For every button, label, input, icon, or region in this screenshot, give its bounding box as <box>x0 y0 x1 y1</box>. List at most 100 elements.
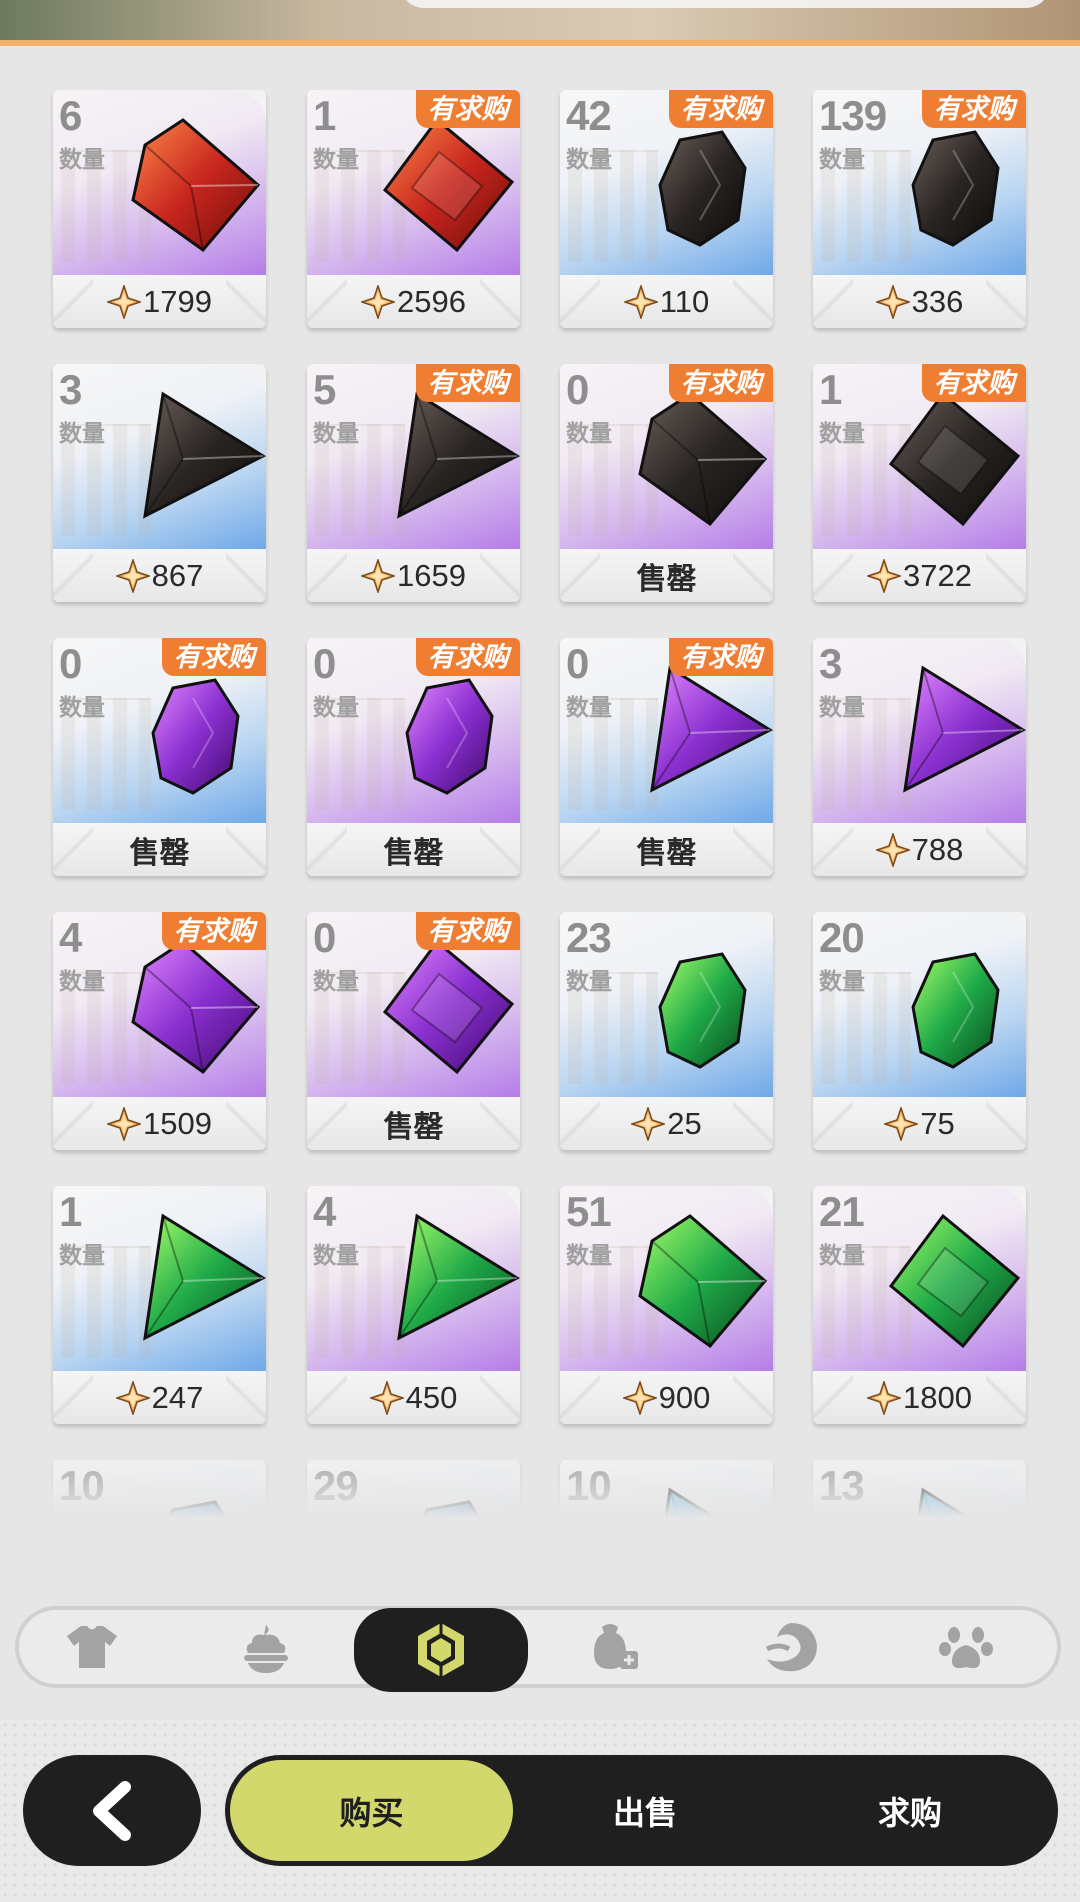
price-bar: 售罄 <box>307 1097 520 1150</box>
item-card[interactable]: 6 数量 1799 <box>53 90 266 328</box>
green-gem-icon <box>143 1213 266 1341</box>
item-quantity: 1 <box>59 1188 82 1235</box>
price-value: 336 <box>911 283 964 319</box>
item-quantity: 0 <box>313 640 336 687</box>
price-bar: 1799 <box>53 275 266 328</box>
price-value: 1659 <box>397 557 466 593</box>
black-gem-icon <box>143 391 266 519</box>
item-quantity: 1 <box>819 366 842 413</box>
item-card[interactable]: 0 数量 有求购 售罄 <box>53 638 266 876</box>
back-button[interactable] <box>23 1755 201 1866</box>
coin-icon <box>115 1380 150 1415</box>
item-card[interactable]: 139 数量 有求购 336 <box>813 90 1026 328</box>
item-card[interactable]: 10 数量 <box>53 1460 266 1576</box>
item-quantity: 21 <box>819 1188 865 1235</box>
item-card[interactable]: 0 数量 有求购 售罄 <box>307 912 520 1150</box>
item-price: 336 <box>875 283 964 320</box>
quantity-label: 数量 <box>313 694 359 720</box>
bottom-nav: 购买 出售 求购 <box>0 1720 1080 1902</box>
coin-icon <box>867 1380 902 1415</box>
item-card[interactable]: 0 数量 有求购 售罄 <box>307 638 520 876</box>
request-badge: 有求购 <box>922 364 1026 402</box>
price-value: 788 <box>911 831 964 867</box>
coin-icon <box>884 1106 919 1141</box>
item-card[interactable]: 0 数量 有求购 售罄 <box>560 364 773 602</box>
coin-icon <box>107 284 142 319</box>
quantity-label: 数量 <box>59 146 105 172</box>
item-price: 1659 <box>361 558 466 594</box>
item-art <box>307 1186 520 1371</box>
item-quantity: 42 <box>566 92 612 139</box>
item-card[interactable]: 23 数量 25 <box>560 912 773 1150</box>
gem-category-icon <box>411 1620 471 1680</box>
item-card[interactable]: 1 数量 有求购 3722 <box>813 364 1026 602</box>
quantity-label: 数量 <box>59 1242 105 1268</box>
coin-icon <box>875 284 910 319</box>
quantity-label: 数量 <box>566 694 612 720</box>
price-value: 867 <box>151 557 204 593</box>
item-card[interactable]: 29 数量 <box>307 1460 520 1576</box>
price-bar: 售罄 <box>307 823 520 876</box>
category-tab-bag[interactable] <box>566 1610 666 1684</box>
item-price: 450 <box>369 1380 457 1416</box>
request-badge: 有求购 <box>162 638 266 676</box>
item-quantity: 29 <box>313 1462 359 1509</box>
quantity-label: 数量 <box>59 420 105 446</box>
item-card[interactable]: 20 数量 75 <box>813 912 1026 1150</box>
item-price: 75 <box>884 1106 955 1142</box>
tab-buy[interactable]: 购买 <box>230 1760 513 1861</box>
tab-request[interactable]: 求购 <box>795 1755 1025 1866</box>
quantity-label: 数量 <box>819 694 865 720</box>
quantity-label: 数量 <box>819 1242 865 1268</box>
item-card[interactable]: 4 数量 450 <box>307 1186 520 1424</box>
item-quantity: 51 <box>566 1188 612 1235</box>
quantity-label: 数量 <box>313 1516 359 1542</box>
price-bar: 788 <box>813 823 1026 876</box>
item-price: 3722 <box>867 558 972 594</box>
item-quantity: 0 <box>313 914 336 961</box>
item-card[interactable]: 42 数量 有求购 110 <box>560 90 773 328</box>
price-bar: 336 <box>813 275 1026 328</box>
item-card[interactable]: 3 数量 867 <box>53 364 266 602</box>
price-bar: 售罄 <box>560 823 773 876</box>
category-tab-wave[interactable] <box>741 1610 841 1684</box>
shirt-icon <box>65 1622 119 1672</box>
coin-icon <box>369 1380 404 1415</box>
item-card[interactable]: 1 数量 247 <box>53 1186 266 1424</box>
item-card[interactable]: 3 数量 788 <box>813 638 1026 876</box>
price-bar: 3722 <box>813 549 1026 602</box>
wave-icon <box>761 1619 821 1675</box>
tab-request-label: 求购 <box>877 1794 942 1831</box>
category-tab-paw[interactable] <box>916 1610 1016 1684</box>
coin-icon <box>107 1106 142 1141</box>
item-card[interactable]: 5 数量 有求购 1659 <box>307 364 520 602</box>
category-tab-food[interactable] <box>216 1610 316 1684</box>
item-card[interactable]: 51 数量 900 <box>560 1186 773 1424</box>
quantity-label: 数量 <box>313 1242 359 1268</box>
item-card[interactable]: 13 数量 <box>813 1460 1026 1576</box>
category-tab-shirt[interactable] <box>42 1610 142 1684</box>
item-quantity: 6 <box>59 92 82 139</box>
price-bar: 247 <box>53 1371 266 1424</box>
sold-out-label: 售罄 <box>383 1110 444 1144</box>
item-price: 110 <box>623 284 709 320</box>
price-bar: 110 <box>560 275 773 328</box>
paw-icon <box>938 1619 994 1675</box>
item-quantity: 4 <box>59 914 82 961</box>
quantity-label: 数量 <box>313 968 359 994</box>
tab-sell[interactable]: 出售 <box>530 1755 760 1866</box>
item-card[interactable]: 10 数量 <box>560 1460 773 1576</box>
item-card[interactable]: 0 数量 有求购 售罄 <box>560 638 773 876</box>
item-art <box>53 1186 266 1371</box>
category-tab-gem-category[interactable] <box>354 1608 528 1692</box>
coin-icon <box>622 1380 657 1415</box>
price-value: 1799 <box>143 283 212 319</box>
item-art <box>53 90 266 275</box>
item-card[interactable]: 21 数量 1800 <box>813 1186 1026 1424</box>
request-badge: 有求购 <box>416 912 520 950</box>
item-quantity: 139 <box>819 92 887 139</box>
item-card[interactable]: 1 数量 有求购 2596 <box>307 90 520 328</box>
item-card[interactable]: 4 数量 有求购 1509 <box>53 912 266 1150</box>
item-quantity: 13 <box>819 1462 865 1509</box>
coin-icon <box>361 284 396 319</box>
